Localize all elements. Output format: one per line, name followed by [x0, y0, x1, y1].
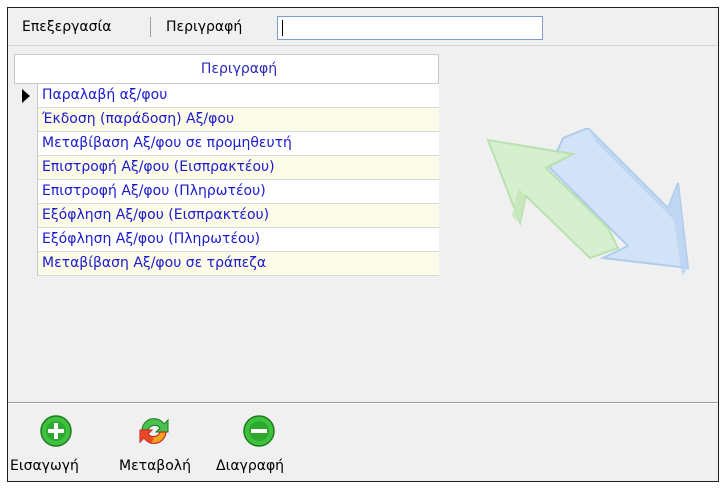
row-cell-description[interactable]: Επιστροφή Αξ/φου (Πληρωτέου)	[38, 180, 439, 204]
search-input[interactable]	[277, 16, 543, 40]
edit-menu[interactable]: Επεξεργασία	[22, 15, 111, 39]
row-cell-description[interactable]: Παραλαβή αξ/φου	[38, 84, 439, 108]
row-indicator[interactable]	[14, 156, 38, 180]
row-indicator[interactable]	[14, 228, 38, 252]
row-indicator[interactable]	[14, 180, 38, 204]
edit-button[interactable]: Μεταβολή	[119, 408, 207, 480]
add-button-label: Εισαγωγή	[10, 458, 79, 474]
current-row-arrow-icon	[22, 89, 30, 103]
row-indicator[interactable]	[14, 108, 38, 132]
edit-button-label: Μεταβολή	[119, 458, 191, 474]
row-indicator[interactable]	[14, 252, 38, 276]
row-cell-description[interactable]: Εξόφληση Αξ/φου (Εισπρακτέου)	[38, 204, 439, 228]
minus-circle-icon	[243, 415, 275, 447]
description-label: Περιγραφή	[166, 19, 243, 35]
row-indicator[interactable]	[14, 132, 38, 156]
row-indicator[interactable]	[14, 204, 38, 228]
table-row[interactable]: Εξόφληση Αξ/φου (Πληρωτέου)	[14, 228, 439, 252]
plus-circle-icon	[40, 415, 72, 447]
delete-button[interactable]: Διαγραφή	[216, 408, 304, 480]
data-grid: Περιγραφή Παραλαβή αξ/φου Έκδοση (παράδο…	[14, 54, 439, 330]
toolbar: Επεξεργασία Περιγραφή	[8, 8, 718, 46]
table-row[interactable]: Επιστροφή Αξ/φου (Πληρωτέου)	[14, 180, 439, 204]
refresh-arrows-icon	[139, 418, 169, 444]
row-indicator[interactable]	[14, 84, 38, 108]
table-row[interactable]: Παραλαβή αξ/φου	[14, 84, 439, 108]
bottom-divider-highlight	[8, 403, 718, 404]
row-cell-description[interactable]: Εξόφληση Αξ/φου (Πληρωτέου)	[38, 228, 439, 252]
table-row[interactable]: Έκδοση (παράδοση) Αξ/φου	[14, 108, 439, 132]
table-row[interactable]: Επιστροφή Αξ/φου (Εισπρακτέου)	[14, 156, 439, 180]
row-cell-description[interactable]: Έκδοση (παράδοση) Αξ/φου	[38, 108, 439, 132]
row-cell-description[interactable]: Μεταβίβαση Αξ/φου σε τράπεζα	[38, 252, 439, 276]
toolbar-divider	[150, 17, 151, 37]
table-row[interactable]: Εξόφληση Αξ/φου (Εισπρακτέου)	[14, 204, 439, 228]
table-row[interactable]: Μεταβίβαση Αξ/φου σε τράπεζα	[14, 252, 439, 276]
main-window: Επεξεργασία Περιγραφή Περιγραφή Παραλαβή…	[7, 7, 719, 482]
transfer-arrows-icon	[486, 128, 690, 276]
grid-rows: Παραλαβή αξ/φου Έκδοση (παράδοση) Αξ/φου…	[14, 84, 439, 276]
column-header-description[interactable]: Περιγραφή	[39, 55, 439, 83]
row-cell-description[interactable]: Μεταβίβαση Αξ/φου σε προμηθευτή	[38, 132, 439, 156]
add-button[interactable]: Εισαγωγή	[10, 408, 102, 480]
text-caret	[282, 20, 283, 36]
delete-button-label: Διαγραφή	[216, 458, 285, 474]
table-row[interactable]: Μεταβίβαση Αξ/φου σε προμηθευτή	[14, 132, 439, 156]
row-cell-description[interactable]: Επιστροφή Αξ/φου (Εισπρακτέου)	[38, 156, 439, 180]
grid-header: Περιγραφή	[14, 54, 439, 84]
